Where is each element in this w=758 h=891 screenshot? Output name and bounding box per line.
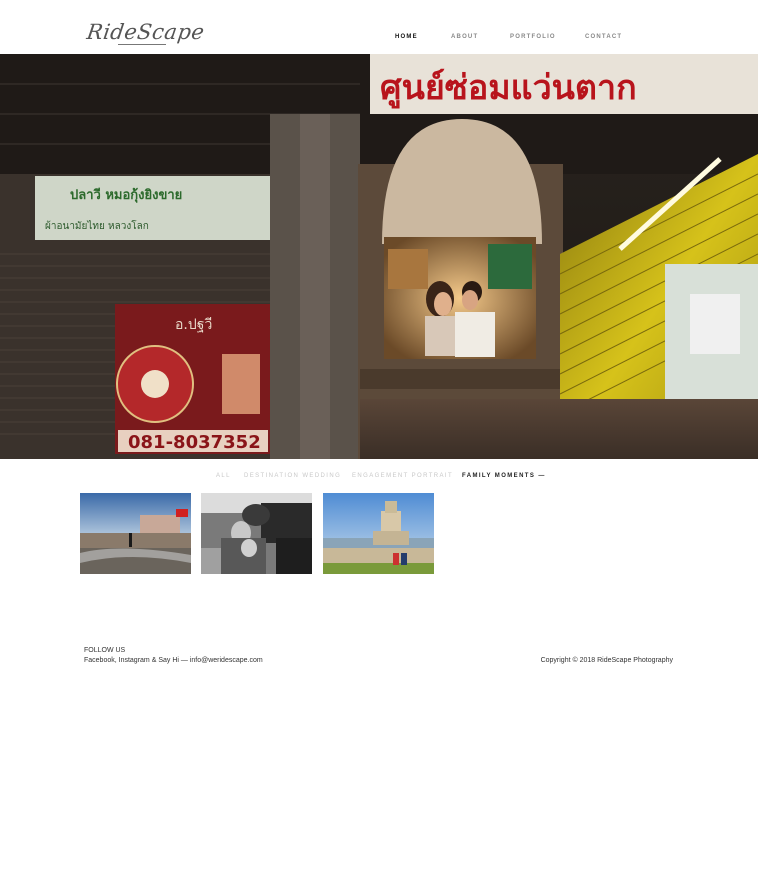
site-header: RideScape HOME ABOUT PORTFOLIO CONTACT	[0, 0, 758, 54]
nav-about[interactable]: ABOUT	[451, 34, 478, 40]
phone-sign: 081-8037352	[128, 432, 261, 453]
nav-contact[interactable]: CONTACT	[585, 34, 622, 40]
logo-flourish	[118, 44, 166, 45]
red-sign-title: อ.ปฐวี	[175, 317, 212, 333]
top-sign-text: ศูนย์ซ่อมแว่นตาก	[380, 68, 637, 109]
gallery-thumb-tower-couple[interactable]	[323, 493, 434, 574]
nav-portfolio[interactable]: PORTFOLIO	[510, 34, 556, 40]
main-nav: HOME ABOUT PORTFOLIO CONTACT	[0, 34, 758, 44]
filter-destination-wedding[interactable]: DESTINATION WEDDING	[244, 473, 341, 479]
footer-copyright: Copyright © 2018 RideScape Photography	[540, 657, 673, 664]
filter-engagement-portrait[interactable]: ENGAGEMENT PORTRAIT	[352, 473, 453, 479]
nav-home[interactable]: HOME	[395, 34, 418, 40]
footer-social-links[interactable]: Facebook, Instagram & Say Hi — info@weri…	[84, 657, 263, 664]
portfolio-filters: ALL DESTINATION WEDDING ENGAGEMENT PORTR…	[0, 473, 758, 483]
gallery-thumb-family-bw[interactable]	[201, 493, 312, 574]
banner-line-2: ผ้าอนามัยไทย หลวงโลก	[45, 219, 149, 232]
filter-family-moments[interactable]: FAMILY MOMENTS —	[462, 473, 546, 479]
hero-image: ศูนย์ซ่อมแว่นตาก ปลาวี หมอกุ้งยิงขาย ผ้า…	[0, 54, 758, 459]
gallery-thumb-beach[interactable]	[80, 493, 191, 574]
banner-line-1: ปลาวี หมอกุ้งยิงขาย	[70, 187, 182, 203]
filter-all[interactable]: ALL	[216, 473, 231, 479]
footer-follow-title: FOLLOW US	[84, 647, 126, 654]
